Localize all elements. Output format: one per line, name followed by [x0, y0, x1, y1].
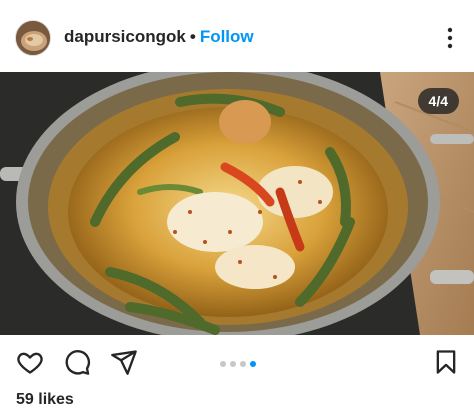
bookmark-icon[interactable] [432, 348, 460, 376]
username-row: dapursicongok • Follow [64, 27, 254, 47]
action-bar [0, 336, 474, 386]
more-options-icon[interactable] [440, 26, 460, 50]
paper-plane-icon[interactable] [110, 348, 138, 376]
carousel-dot [240, 361, 246, 367]
carousel-dot [230, 361, 236, 367]
carousel-counter: 4/4 [417, 88, 459, 114]
post-header: dapursicongok • Follow [0, 0, 474, 72]
avatar[interactable] [15, 20, 51, 56]
follow-button[interactable]: Follow [200, 27, 254, 46]
carousel-dot-active [250, 361, 256, 367]
food-photo [0, 72, 474, 335]
heart-icon[interactable] [16, 348, 44, 376]
avatar-image [16, 21, 50, 55]
carousel-dot [220, 361, 226, 367]
carousel-dots [220, 361, 256, 367]
likes-count[interactable]: 59 likes [16, 391, 74, 409]
post-media[interactable]: 4/4 [0, 72, 474, 335]
comment-icon[interactable] [63, 348, 91, 376]
username[interactable]: dapursicongok [64, 27, 186, 46]
separator-dot: • [189, 27, 196, 46]
